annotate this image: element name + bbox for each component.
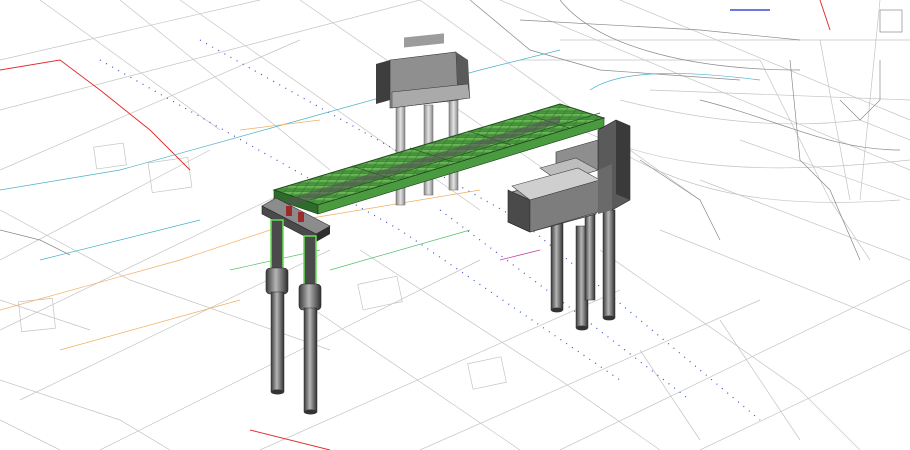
bridge-model-canvas[interactable] [0, 0, 910, 450]
model-viewport[interactable] [0, 0, 910, 450]
left-pier-piles [265, 267, 322, 415]
left-pier[interactable] [261, 197, 331, 415]
right-abutment[interactable] [507, 119, 631, 331]
back-pier-cap [376, 33, 471, 109]
